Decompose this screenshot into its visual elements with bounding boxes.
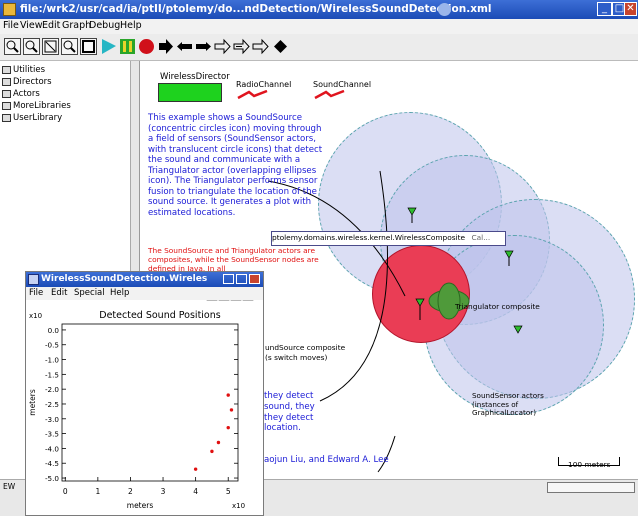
plot-app-icon — [28, 274, 39, 285]
x-tick-label: 3 — [161, 487, 166, 496]
menu-help[interactable]: Help — [120, 20, 142, 31]
plot-menu-bar: File Edit Special Help — [26, 287, 263, 300]
data-point — [229, 408, 234, 412]
menu-debug[interactable]: Debug — [89, 20, 120, 31]
soundsource-label: undSource composite — [265, 343, 346, 352]
stop-icon[interactable] — [138, 38, 155, 55]
app-icon — [3, 3, 16, 16]
plot-window-title: WirelessSoundDetection.Wireles — [41, 274, 208, 284]
step-forward-icon[interactable] — [195, 38, 212, 55]
plot-menu-help[interactable]: Help — [110, 288, 129, 298]
y-tick-label: -3.0 — [45, 415, 59, 424]
x-exponent-label: x10 — [232, 502, 245, 510]
data-point — [226, 425, 230, 430]
pause-icon[interactable] — [119, 38, 136, 55]
library-user-library[interactable]: UserLibrary — [2, 113, 62, 123]
y-axis-label: meters — [28, 389, 37, 416]
y-tick-label: -2.5 — [45, 400, 59, 409]
chart-title: Detected Sound Positions — [99, 310, 220, 321]
authors-text: aojun Liu, and Edward A. Lee — [264, 455, 389, 465]
zoom-fit-icon[interactable] — [42, 38, 59, 55]
x-tick-label: 0 — [63, 487, 68, 496]
menu-edit[interactable]: Edit — [42, 20, 60, 31]
menu-bar: File View Edit Graph Debug Help — [0, 19, 638, 34]
composite-note: The SoundSource and Triangulator actors … — [148, 246, 319, 273]
globe-icon — [438, 3, 451, 16]
relation-icon[interactable] — [252, 38, 269, 55]
run-icon[interactable] — [100, 38, 117, 55]
menu-graph[interactable]: Graph — [62, 20, 91, 31]
library-utilities[interactable]: Utilities — [2, 65, 45, 75]
y-exponent-label: x10 — [29, 312, 42, 320]
scale-label: 100 meters — [568, 460, 611, 469]
menu-view[interactable]: View — [20, 20, 43, 31]
library-actors[interactable]: Actors — [2, 89, 40, 99]
data-point — [216, 440, 221, 445]
plot-maximize-button[interactable] — [236, 274, 247, 284]
triangulator-label: Triangulator composite — [455, 302, 540, 311]
y-tick-label: -4.5 — [45, 459, 59, 468]
y-tick-label: -0.5 — [45, 341, 59, 350]
window-title: file:/wrk2/usr/cad/ia/ptII/ptolemy/do...… — [20, 3, 492, 15]
status-text: EW — [3, 482, 16, 491]
plot-menu-edit[interactable]: Edit — [51, 288, 67, 298]
y-tick-label: 0.0 — [48, 326, 60, 335]
plot-minimize-button[interactable] — [223, 274, 234, 284]
close-button[interactable]: ✕ — [624, 2, 637, 16]
horizontal-scrollbar[interactable] — [547, 482, 635, 493]
y-tick-label: -5.0 — [45, 474, 59, 483]
x-axis-label: meters — [127, 501, 154, 510]
y-tick-label: -2.0 — [45, 385, 59, 394]
plot-window: WirelessSoundDetection.Wireles File Edit… — [25, 271, 264, 516]
library-more-libraries[interactable]: MoreLibraries — [2, 101, 71, 111]
folder-icon — [2, 89, 11, 98]
window-titlebar[interactable]: file:/wrk2/usr/cad/ia/ptII/ptolemy/do...… — [0, 0, 638, 19]
library-directors[interactable]: Directors — [2, 77, 52, 87]
zoom-in-icon[interactable] — [4, 38, 21, 55]
zoom-reset-icon[interactable] — [23, 38, 40, 55]
x-tick-label: 2 — [128, 487, 133, 496]
data-point — [226, 393, 230, 397]
plot-close-button[interactable] — [249, 274, 260, 284]
description-fragment: they detect sound, they they detect loca… — [264, 391, 315, 434]
scatter-plot: Detected Sound Positions x10 x10 0 1 2 3 4 5 0.0 -… — [28, 300, 254, 510]
data-point — [210, 449, 214, 454]
plot-menu-file[interactable]: File — [29, 288, 43, 298]
description-text: This example shows a SoundSource (concen… — [148, 113, 323, 218]
multiport-icon[interactable] — [233, 38, 250, 55]
sensor-label: SoundSensor actors (instances of Graphic… — [472, 391, 544, 418]
plot-frame — [61, 323, 239, 482]
y-tick-label: -1.0 — [45, 356, 59, 365]
port-icon[interactable] — [214, 38, 231, 55]
y-tick-label: -3.5 — [45, 430, 59, 439]
data-point — [193, 467, 198, 471]
y-tick-label: -4.0 — [45, 444, 59, 453]
plot-titlebar[interactable]: WirelessSoundDetection.Wireles — [26, 272, 263, 287]
plot-menu-special[interactable]: Special — [74, 288, 105, 298]
folder-icon — [2, 65, 11, 74]
menu-file[interactable]: File — [3, 20, 19, 31]
y-tick-label: -1.5 — [45, 370, 59, 379]
folder-icon — [2, 77, 11, 86]
x-tick-label: 5 — [226, 487, 231, 496]
toolbar — [0, 34, 638, 61]
step-back-icon[interactable] — [176, 38, 193, 55]
soundsource-sublabel: (s switch moves) — [265, 353, 328, 362]
composite-tooltip: ptolemy.domains.wireless.kernel.Wireless… — [271, 231, 506, 246]
main-window: file:/wrk2/usr/cad/ia/ptII/ptolemy/do...… — [0, 0, 638, 516]
zoom-out-icon[interactable] — [61, 38, 78, 55]
minimize-button[interactable]: _ — [597, 2, 612, 16]
fullscreen-icon[interactable] — [80, 38, 97, 55]
x-tick-label: 1 — [95, 487, 100, 496]
folder-icon — [2, 101, 11, 110]
folder-icon — [2, 113, 11, 122]
step-icon[interactable] — [157, 38, 174, 55]
vertex-icon[interactable] — [272, 38, 289, 55]
x-tick-label: 4 — [193, 487, 198, 496]
